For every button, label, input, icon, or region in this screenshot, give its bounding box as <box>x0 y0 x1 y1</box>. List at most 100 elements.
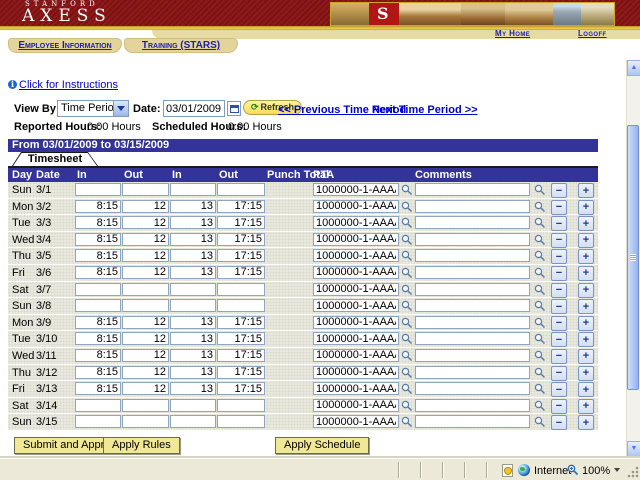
add-row-button[interactable]: + <box>578 415 594 430</box>
delete-row-button[interactable]: − <box>551 266 567 281</box>
out2-input[interactable] <box>217 266 265 279</box>
pta-input[interactable] <box>313 283 399 296</box>
magnifier-lookup-icon[interactable] <box>534 201 546 213</box>
view-by-select[interactable]: Time Period <box>57 100 129 117</box>
magnifier-lookup-icon[interactable] <box>534 267 546 279</box>
delete-row-button[interactable]: − <box>551 200 567 215</box>
delete-row-button[interactable]: − <box>551 382 567 397</box>
vertical-scrollbar[interactable]: ▲ ▼ <box>626 60 640 457</box>
delete-row-button[interactable]: − <box>551 249 567 264</box>
out2-input[interactable] <box>217 200 265 213</box>
in1-input[interactable] <box>75 266 121 279</box>
in1-input[interactable] <box>75 415 121 428</box>
in1-input[interactable] <box>75 332 121 345</box>
magnifier-lookup-icon[interactable] <box>534 350 546 362</box>
out2-input[interactable] <box>217 332 265 345</box>
out1-input[interactable] <box>122 366 169 379</box>
timesheet-tab[interactable]: Timesheet <box>12 152 98 166</box>
in2-input[interactable] <box>170 200 216 213</box>
delete-row-button[interactable]: − <box>551 283 567 298</box>
add-row-button[interactable]: + <box>578 216 594 231</box>
out2-input[interactable] <box>217 349 265 362</box>
resize-grip[interactable] <box>627 466 639 478</box>
out2-input[interactable] <box>217 249 265 262</box>
pta-input[interactable] <box>313 415 399 428</box>
add-row-button[interactable]: + <box>578 332 594 347</box>
out1-input[interactable] <box>122 316 169 329</box>
in2-input[interactable] <box>170 316 216 329</box>
add-row-button[interactable]: + <box>578 266 594 281</box>
delete-row-button[interactable]: − <box>551 349 567 364</box>
out2-input[interactable] <box>217 366 265 379</box>
zoom-level-value[interactable]: 100% <box>582 465 610 477</box>
in2-input[interactable] <box>170 233 216 246</box>
pta-input[interactable] <box>313 366 399 379</box>
magnifier-lookup-icon[interactable] <box>401 300 413 312</box>
out1-input[interactable] <box>122 200 169 213</box>
out1-input[interactable] <box>122 415 169 428</box>
pta-input[interactable] <box>313 349 399 362</box>
out1-input[interactable] <box>122 283 169 296</box>
magnifier-lookup-icon[interactable] <box>534 400 546 412</box>
magnifier-lookup-icon[interactable] <box>401 383 413 395</box>
delete-row-button[interactable]: − <box>551 316 567 331</box>
magnifier-lookup-icon[interactable] <box>534 234 546 246</box>
out2-input[interactable] <box>217 183 265 196</box>
magnifier-lookup-icon[interactable] <box>401 184 413 196</box>
in2-input[interactable] <box>170 382 216 395</box>
comments-input[interactable] <box>415 349 530 362</box>
comments-input[interactable] <box>415 366 530 379</box>
magnifier-lookup-icon[interactable] <box>401 250 413 262</box>
add-row-button[interactable]: + <box>578 283 594 298</box>
pta-input[interactable] <box>313 399 399 412</box>
in1-input[interactable] <box>75 316 121 329</box>
out1-input[interactable] <box>122 233 169 246</box>
pta-input[interactable] <box>313 332 399 345</box>
apply-schedule-button[interactable]: Apply Schedule <box>275 437 369 454</box>
in2-input[interactable] <box>170 399 216 412</box>
add-row-button[interactable]: + <box>578 382 594 397</box>
magnifier-lookup-icon[interactable] <box>534 367 546 379</box>
in1-input[interactable] <box>75 299 121 312</box>
magnifier-lookup-icon[interactable] <box>534 383 546 395</box>
out1-input[interactable] <box>122 349 169 362</box>
zoom-magnifier-icon[interactable] <box>567 464 579 476</box>
delete-row-button[interactable]: − <box>551 183 567 198</box>
click-for-instructions-link[interactable]: Click for Instructions <box>19 79 118 91</box>
magnifier-lookup-icon[interactable] <box>401 234 413 246</box>
magnifier-lookup-icon[interactable] <box>534 317 546 329</box>
magnifier-lookup-icon[interactable] <box>534 333 546 345</box>
comments-input[interactable] <box>415 216 530 229</box>
in2-input[interactable] <box>170 332 216 345</box>
tab-training-stars[interactable]: Training (STARS) <box>124 38 238 53</box>
in1-input[interactable] <box>75 200 121 213</box>
add-row-button[interactable]: + <box>578 233 594 248</box>
add-row-button[interactable]: + <box>578 200 594 215</box>
out1-input[interactable] <box>122 249 169 262</box>
out2-input[interactable] <box>217 216 265 229</box>
in1-input[interactable] <box>75 249 121 262</box>
comments-input[interactable] <box>415 249 530 262</box>
in1-input[interactable] <box>75 349 121 362</box>
magnifier-lookup-icon[interactable] <box>401 400 413 412</box>
magnifier-lookup-icon[interactable] <box>401 284 413 296</box>
comments-input[interactable] <box>415 183 530 196</box>
add-row-button[interactable]: + <box>578 299 594 314</box>
magnifier-lookup-icon[interactable] <box>534 184 546 196</box>
comments-input[interactable] <box>415 266 530 279</box>
apply-rules-button[interactable]: Apply Rules <box>103 437 180 454</box>
in2-input[interactable] <box>170 366 216 379</box>
out2-input[interactable] <box>217 299 265 312</box>
comments-input[interactable] <box>415 233 530 246</box>
in2-input[interactable] <box>170 415 216 428</box>
tab-employee-information[interactable]: Employee Information <box>8 38 122 53</box>
delete-row-button[interactable]: − <box>551 399 567 414</box>
out2-input[interactable] <box>217 415 265 428</box>
add-row-button[interactable]: + <box>578 349 594 364</box>
in2-input[interactable] <box>170 349 216 362</box>
out2-input[interactable] <box>217 233 265 246</box>
add-row-button[interactable]: + <box>578 399 594 414</box>
delete-row-button[interactable]: − <box>551 299 567 314</box>
comments-input[interactable] <box>415 382 530 395</box>
out2-input[interactable] <box>217 283 265 296</box>
